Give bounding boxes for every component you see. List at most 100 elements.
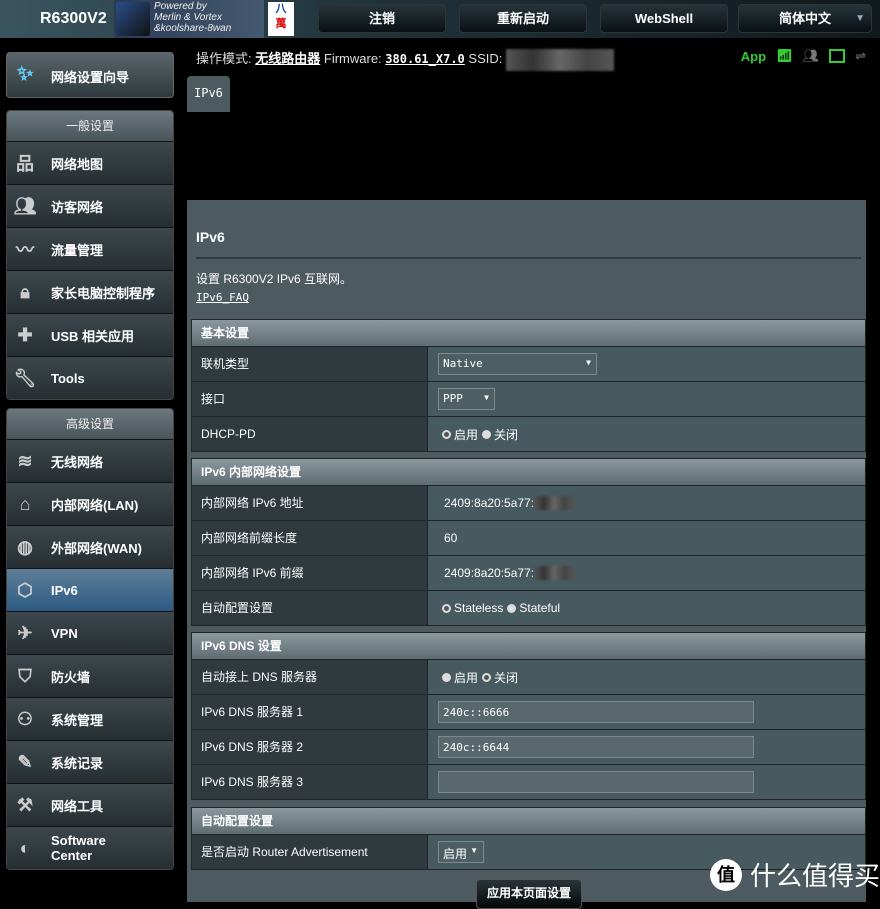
magic-wand-icon: ✨︎ — [17, 63, 34, 85]
sidebar-item[interactable]: ✚ USB 相关应用 — [7, 313, 173, 356]
sidebar-item-label: 网络工具 — [51, 798, 104, 814]
traffic-icon: 〰 — [16, 240, 34, 260]
sidebar-item[interactable]: ✎ 系统记录 — [7, 740, 173, 783]
dhcppd-on-radio[interactable] — [442, 429, 451, 439]
powered-line: Merlin & Vortex — [154, 12, 222, 23]
language-select[interactable]: 简体中文 ▼ — [738, 4, 872, 33]
router-model: R6300V2 — [40, 10, 107, 27]
sidebar-item[interactable]: ⌂ 内部网络(LAN) — [7, 482, 173, 525]
sidebar-item-label: 流量管理 — [51, 242, 104, 258]
row-label: 联机类型 — [192, 347, 428, 381]
tools-icon: ⚒ — [16, 794, 34, 815]
ssid-redacted — [506, 48, 614, 71]
redacted — [534, 496, 575, 510]
lan-ipv6-address: 2409:8a20:5a77: — [444, 496, 535, 510]
dns1-input[interactable] — [438, 701, 754, 723]
wrench-icon: 🔧︎ — [13, 367, 37, 388]
row-label: 自动配置设置 — [192, 591, 428, 625]
advanced-menu-title: 高级设置 — [7, 409, 173, 439]
home-icon: ⌂ — [19, 493, 31, 514]
sidebar-item[interactable]: 〰 流量管理 — [7, 227, 173, 270]
sidebar-item[interactable]: ✈︎ VPN — [7, 611, 173, 654]
mode-link[interactable]: 无线路由器 — [255, 51, 320, 66]
row-label: 自动接上 DNS 服务器 — [192, 660, 428, 694]
8wan-logo: 八萬 — [268, 2, 294, 36]
ipv6-faq-link[interactable]: IPv6_FAQ — [196, 291, 249, 304]
sidebar-item[interactable]: ≋ 无线网络 — [7, 439, 173, 482]
dns-section: IPv6 DNS 设置 自动接上 DNS 服务器 启用 关闭 IPv6 DNS 服务… — [191, 632, 866, 800]
log-icon: ✎ — [17, 751, 33, 772]
table-row: 内部网络 IPv6 前缀 2409:8a20:5a77: — [192, 555, 865, 590]
radio-label: 启用 — [454, 427, 479, 442]
page-description: 设置 R6300V2 IPv6 互联网。 — [196, 272, 353, 286]
apply-button[interactable]: 应用本页面设置 — [476, 879, 582, 909]
puzzle-icon: ✚ — [17, 324, 33, 345]
firmware-link[interactable]: 380.61_X7.0 — [385, 52, 464, 66]
sidebar-item[interactable]: 🔧︎ Tools — [7, 356, 173, 399]
table-row: DHCP-PD 启用 关闭 — [192, 416, 865, 451]
row-label: IPv6 DNS 服务器 2 — [192, 730, 428, 764]
sidebar-item[interactable]: ⛉ 防火墙 — [7, 654, 173, 697]
sidebar-item[interactable]: 👥︎ 访客网络 — [7, 184, 173, 227]
sidebar-item[interactable]: 🔒︎ 家长电脑控制程序 — [7, 270, 173, 313]
stateless-radio[interactable] — [442, 603, 451, 613]
network-status-icon[interactable] — [829, 49, 846, 63]
network-wizard-button[interactable]: ✨︎ 网络设置向导 — [6, 52, 174, 98]
sidebar-item-label: VPN — [51, 625, 78, 641]
sidebar-item-label: 无线网络 — [51, 454, 104, 470]
merlin-logo: Powered by Merlin & Vortex &koolshare-8wan — [114, 0, 264, 38]
tab-ipv6[interactable]: IPv6 — [187, 76, 230, 112]
advanced-menu: 高级设置 ≋ 无线网络 ⌂ 内部网络(LAN) ◍ 外部网络(WAN) ⬡ IPv6 ✈︎ VPN… — [6, 408, 174, 870]
usb-icon[interactable]: ⇌ — [855, 48, 866, 64]
badge-char: 八 — [275, 3, 287, 15]
stateful-radio[interactable] — [507, 603, 517, 613]
connection-type-select[interactable]: Native — [438, 353, 597, 375]
table-row: IPv6 DNS 服务器 1 — [192, 694, 865, 729]
general-menu: 一般设置 品 网络地图 👥︎ 访客网络〰 流量管理 🔒︎ 家长电脑控制程序 ✚ USB 相关应用… — [6, 110, 174, 400]
divider — [196, 257, 861, 259]
dns2-input[interactable] — [438, 736, 754, 758]
table-row: 内部网络前缀长度 60 — [192, 520, 865, 555]
admin-icon: ⚇ — [16, 708, 34, 729]
dhcppd-off-radio[interactable] — [482, 429, 492, 439]
app-link[interactable]: App — [741, 49, 766, 64]
table-row: IPv6 DNS 服务器 2 — [192, 729, 865, 764]
sidebar-item-label: Software Center — [51, 833, 106, 863]
sidebar-item[interactable]: 品 网络地图 — [7, 141, 173, 184]
auto-dns-off-radio[interactable] — [482, 672, 492, 682]
sidebar-item[interactable]: ⬡ IPv6 — [7, 568, 173, 611]
software-icon: ◐ — [19, 837, 31, 858]
interface-select[interactable]: PPP — [438, 388, 495, 410]
router-advertisement-select[interactable]: 启用 — [438, 841, 484, 863]
chevron-down-icon: ▼ — [855, 13, 865, 24]
sidebar-item[interactable]: ◍ 外部网络(WAN) — [7, 525, 173, 568]
sidebar-item-label: 防火墙 — [51, 669, 91, 685]
dns3-input[interactable] — [438, 771, 754, 793]
powered-line: &koolshare-8wan — [154, 23, 232, 34]
sidebar-item[interactable]: ◐ Software Center — [7, 826, 173, 869]
sidebar-item[interactable]: ⚇ 系统管理 — [7, 697, 173, 740]
vpn-icon: ✈︎ — [17, 622, 33, 643]
wifi-status-icon[interactable]: 📶︎ — [776, 48, 793, 64]
webshell-button[interactable]: WebShell — [600, 4, 728, 33]
clients-icon[interactable]: 👥︎ — [803, 48, 820, 64]
reboot-button[interactable]: 重新启动 — [459, 4, 587, 33]
logout-button[interactable]: 注销 — [318, 4, 446, 33]
powered-line: Powered by — [154, 1, 207, 12]
sidebar-item-label: 系统管理 — [51, 712, 104, 728]
sidebar-item-label: 网络地图 — [51, 156, 104, 172]
table-row: 接口 PPP — [192, 381, 865, 416]
ipv6-icon: ⬡ — [17, 579, 33, 600]
lan-ipv6-section: IPv6 内部网络设置 内部网络 IPv6 地址 2409:8a20:5a77: … — [191, 458, 866, 626]
auto-dns-on-radio[interactable] — [442, 672, 451, 682]
wizard-logo-icon — [116, 2, 150, 36]
lock-icon: 🔒︎ — [20, 281, 30, 302]
radio-label: 关闭 — [494, 670, 519, 685]
wifi-icon: ≋ — [17, 450, 33, 471]
ssid-label: SSID: — [468, 51, 503, 66]
sidebar-item[interactable]: ⚒ 网络工具 — [7, 783, 173, 826]
section-title: 基本设置 — [192, 320, 865, 346]
firmware-label: Firmware: — [323, 51, 382, 66]
table-row: 联机类型 Native — [192, 346, 865, 381]
prefix-length: 60 — [444, 531, 458, 545]
